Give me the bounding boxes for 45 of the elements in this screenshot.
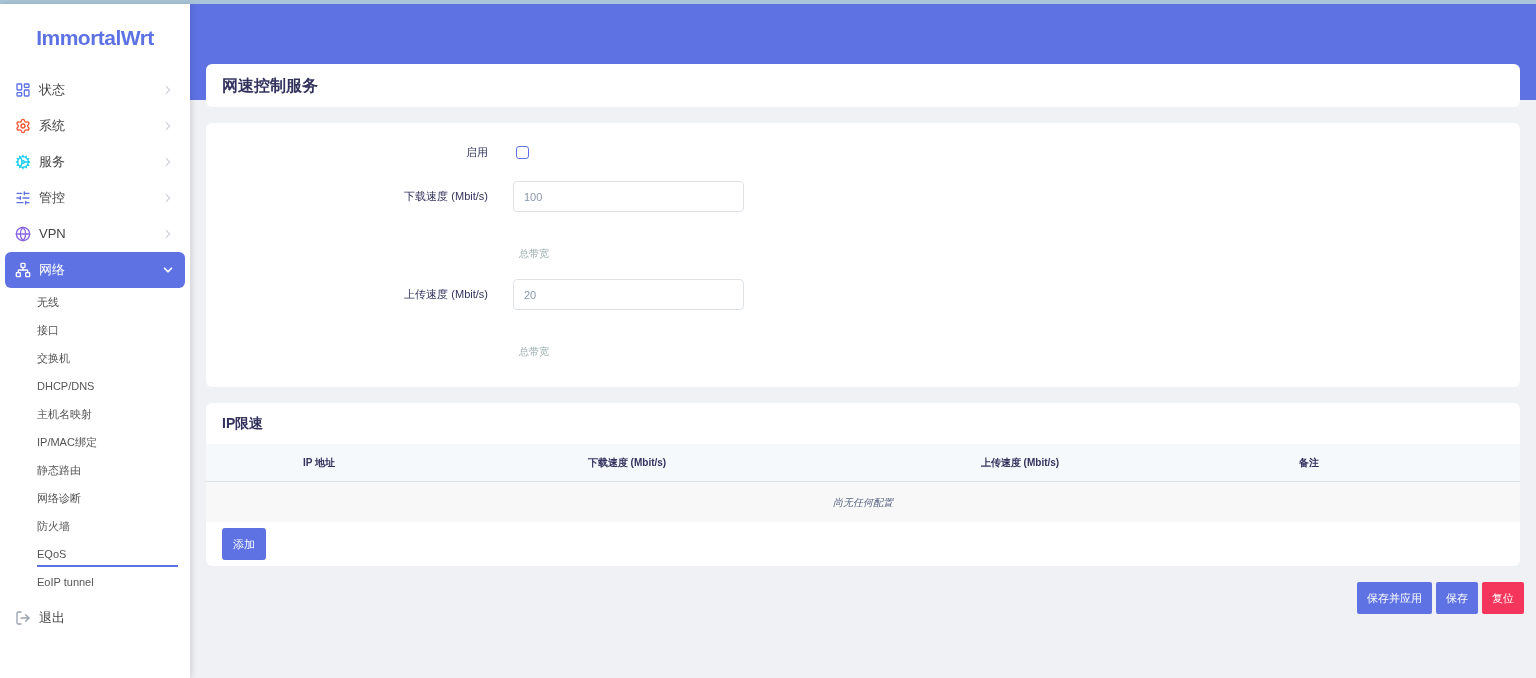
action-button[interactable]: 保存并应用 xyxy=(1357,582,1432,614)
brand-logo[interactable]: ImmortalWrt xyxy=(36,22,154,54)
input-field[interactable]: 20 xyxy=(513,279,744,310)
cogs-icon xyxy=(15,154,31,170)
nav-subitem[interactable]: 防火墙 xyxy=(37,513,178,539)
globe-icon xyxy=(15,226,31,242)
column-header: 备注 xyxy=(1298,456,1320,470)
add-button[interactable]: 添加 xyxy=(222,528,266,560)
nav-item[interactable]: VPN xyxy=(5,216,185,252)
nav-subitem[interactable]: 主机名映射 xyxy=(37,401,178,427)
logout-icon xyxy=(15,610,31,626)
field-hint: 总带宽 xyxy=(519,247,550,261)
gear-icon xyxy=(15,118,31,134)
action-button[interactable]: 复位 xyxy=(1482,582,1524,614)
nav-subitem[interactable]: IP/MAC绑定 xyxy=(37,429,178,455)
checkbox[interactable] xyxy=(516,145,529,159)
field-label: 下载速度 (Mbit/s) xyxy=(403,189,488,205)
page-title: 网速控制服务 xyxy=(222,75,318,96)
column-header: 下载速度 (Mbit/s) xyxy=(586,456,668,470)
nav-subitem[interactable]: 网络诊断 xyxy=(37,485,178,511)
nav-subitem[interactable]: EoIP tunnel xyxy=(37,569,178,595)
nav-item[interactable]: 状态 xyxy=(5,72,185,108)
nav-item[interactable]: 网络 xyxy=(5,252,185,288)
nav-subitem[interactable]: 接口 xyxy=(37,317,178,343)
dashboard-icon xyxy=(15,82,31,98)
nav-subitem[interactable]: 静态路由 xyxy=(37,457,178,483)
sliders-icon xyxy=(15,190,31,206)
action-button[interactable]: 保存 xyxy=(1436,582,1478,614)
section-title: IP限速 xyxy=(221,414,265,433)
nav-item[interactable]: 服务 xyxy=(5,144,185,180)
field-hint: 总带宽 xyxy=(519,345,550,359)
field-label: 上传速度 (Mbit/s) xyxy=(403,287,488,303)
nav-subitem[interactable]: DHCP/DNS xyxy=(37,373,178,399)
nav-item[interactable]: 退出 xyxy=(5,600,185,636)
nav-item[interactable]: 管控 xyxy=(5,180,185,216)
nav-subitem[interactable]: 无线 xyxy=(37,289,178,315)
field-label: 启用 xyxy=(465,144,488,160)
nav-subitem[interactable]: 交换机 xyxy=(37,345,178,371)
nav-item[interactable]: 系统 xyxy=(5,108,185,144)
network-icon xyxy=(15,262,31,278)
empty-message: 尚无任何配置 xyxy=(833,495,893,510)
nav-subitem[interactable]: EQoS xyxy=(37,541,178,567)
column-header: IP 地址 xyxy=(301,456,336,470)
column-header: 上传速度 (Mbit/s) xyxy=(979,456,1061,470)
input-field[interactable]: 100 xyxy=(513,181,744,212)
